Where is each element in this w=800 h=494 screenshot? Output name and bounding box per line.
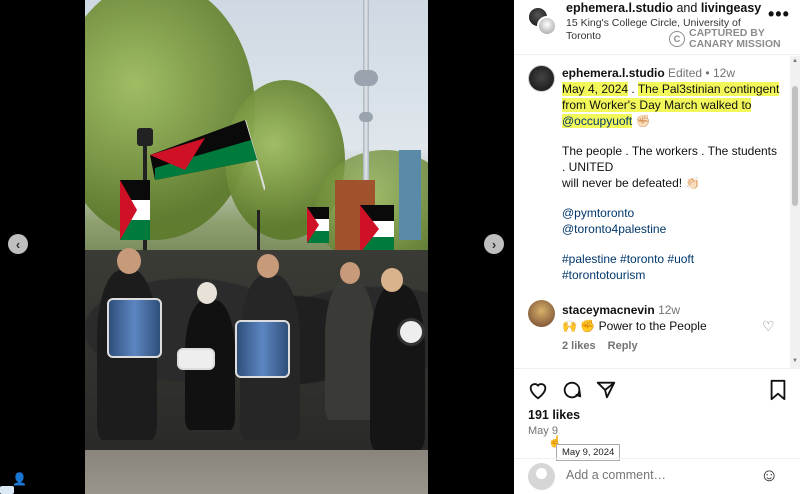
comment-username-link[interactable]: staceymacnevin: [562, 303, 655, 317]
scroll-down-arrow-icon[interactable]: ▼: [792, 358, 798, 364]
comment-text: Power to the People: [598, 319, 707, 333]
like-comment-button[interactable]: ♡: [762, 318, 775, 335]
hashtags-line-1[interactable]: #palestine #toronto #uoft: [562, 251, 782, 267]
caption-date-highlight: May 4, 2024: [562, 82, 629, 96]
comment-input[interactable]: [566, 468, 756, 482]
like-count[interactable]: 191 likes: [528, 408, 580, 422]
heart-icon: ♡: [762, 318, 775, 334]
ellipsis-icon: •••: [768, 4, 790, 24]
caption-username-link[interactable]: ephemera.l.studio: [562, 66, 665, 80]
comments-scrollbar[interactable]: ▲ ▼: [790, 56, 800, 368]
comment-age: 12w: [658, 303, 681, 317]
avatar: [528, 463, 555, 490]
avatar[interactable]: [528, 65, 555, 92]
avatar[interactable]: [528, 300, 555, 327]
clapping-emoji: 👏🏻: [685, 176, 701, 190]
caption-paragraph-2b: will never be defeated!: [562, 176, 683, 190]
user-icon: 👤: [12, 472, 27, 486]
collab-avatars[interactable]: [527, 6, 557, 36]
post-actions: 191 likes May 9 ☝ May 9, 2024: [514, 368, 800, 461]
mention-toronto4palestine-link[interactable]: @toronto4palestine: [562, 221, 782, 237]
raised-fist-emoji: ✊🏻: [635, 114, 651, 128]
post-owners: ephemera.l.studio and livingeasy: [566, 1, 761, 15]
chevron-right-icon: ›: [491, 236, 497, 252]
post-caption: ephemera.l.studio Edited • 12w May 4, 20…: [562, 65, 782, 283]
caption-age: 12w: [712, 66, 735, 80]
send-icon: [596, 381, 616, 399]
mention-occupyuoft-link[interactable]: @occupyuoft: [562, 114, 633, 128]
media-viewer: ‹ › 👤: [0, 0, 514, 494]
edge-badge: [0, 486, 14, 494]
previous-photo-button[interactable]: ‹: [8, 234, 28, 254]
next-photo-button[interactable]: ›: [484, 234, 504, 254]
comment-icon: [563, 381, 582, 399]
canary-logo-icon: C: [669, 31, 685, 47]
and-text: and: [676, 1, 698, 15]
comment: staceymacnevin 12w 🙌 ✊ Power to the Peop…: [562, 302, 772, 334]
caption-separator: .: [628, 82, 638, 96]
tagged-users-button[interactable]: 👤: [12, 472, 28, 488]
post-details-panel: ephemera.l.studio and livingeasy 15 King…: [514, 0, 800, 494]
emoji-picker-button[interactable]: ☺: [760, 465, 778, 486]
heart-icon: [529, 383, 547, 400]
scrollbar-thumb[interactable]: [792, 86, 798, 206]
bookmark-icon: [770, 379, 786, 401]
owner-username-link[interactable]: ephemera.l.studio: [566, 1, 673, 15]
post-header: ephemera.l.studio and livingeasy 15 King…: [514, 0, 800, 55]
scroll-up-arrow-icon[interactable]: ▲: [792, 58, 798, 64]
more-options-button[interactable]: •••: [768, 4, 790, 25]
watermark-line2: CANARY MISSION: [689, 38, 781, 50]
comment-likes-link[interactable]: 2 likes: [562, 340, 596, 352]
caption-paragraph-2: The people . The workers . The students …: [562, 144, 778, 174]
comment-button[interactable]: [561, 379, 583, 407]
add-comment-bar: ☺: [514, 458, 800, 494]
share-button[interactable]: [595, 379, 617, 407]
hashtags-line-2[interactable]: #torontotourism: [562, 267, 782, 283]
post-photo: [85, 0, 428, 494]
chevron-left-icon: ‹: [15, 236, 21, 252]
separator-dot: •: [705, 66, 710, 80]
edited-label: Edited: [668, 66, 703, 80]
watermark: C CAPTURED BY CANARY MISSION: [669, 28, 781, 50]
reply-button[interactable]: Reply: [608, 340, 638, 352]
comment-actions: 2 likes Reply: [562, 340, 638, 352]
like-button[interactable]: [527, 379, 549, 407]
save-button[interactable]: [768, 379, 788, 407]
comments-section: ephemera.l.studio Edited • 12w May 4, 20…: [514, 56, 800, 366]
emoji-icon: ☺: [760, 465, 779, 485]
comment-emojis: 🙌 ✊: [562, 319, 596, 333]
collaborator-username-link[interactable]: livingeasy: [701, 1, 761, 15]
avatar: [537, 16, 557, 36]
mention-pymtoronto-link[interactable]: @pymtoronto: [562, 205, 782, 221]
